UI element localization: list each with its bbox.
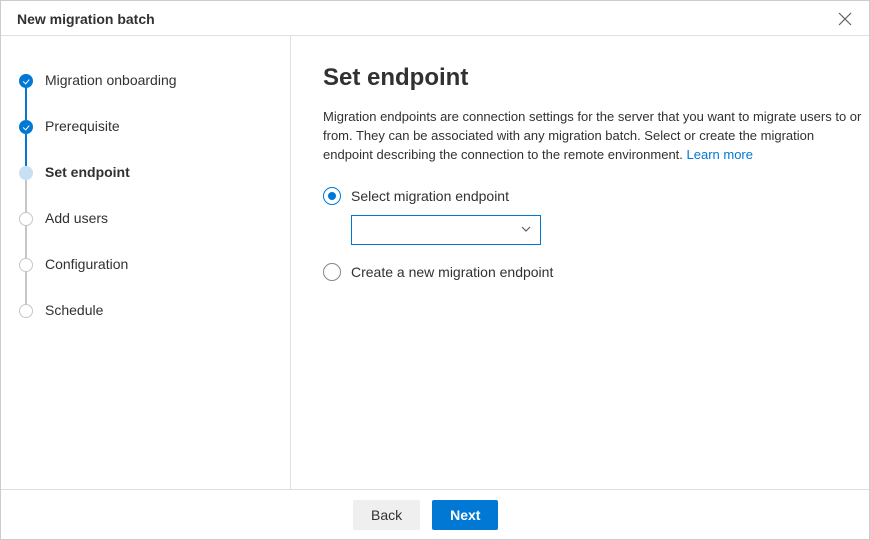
titlebar: New migration batch <box>1 1 869 36</box>
step-upcoming-icon <box>19 304 33 318</box>
description-text: Migration endpoints are connection setti… <box>323 109 861 162</box>
radio-label: Select migration endpoint <box>351 188 509 204</box>
radio-label: Create a new migration endpoint <box>351 264 553 280</box>
page-description: Migration endpoints are connection setti… <box>323 108 863 165</box>
step-configuration[interactable]: Configuration <box>19 256 290 302</box>
radio-checked-icon <box>323 187 341 205</box>
main-panel: Set endpoint Migration endpoints are con… <box>291 36 869 489</box>
radio-create-endpoint[interactable]: Create a new migration endpoint <box>323 263 869 281</box>
steps-sidebar: Migration onboarding Prerequisite Set en… <box>1 36 291 489</box>
step-upcoming-icon <box>19 258 33 272</box>
next-button[interactable]: Next <box>432 500 498 530</box>
step-label: Schedule <box>45 302 103 318</box>
window-title: New migration batch <box>17 11 155 27</box>
close-icon[interactable] <box>837 11 853 27</box>
step-connector <box>25 272 27 304</box>
back-button[interactable]: Back <box>353 500 420 530</box>
migration-wizard-window: New migration batch Migration onboarding… <box>0 0 870 540</box>
step-connector <box>25 226 27 258</box>
wizard-body: Migration onboarding Prerequisite Set en… <box>1 36 869 489</box>
step-label: Configuration <box>45 256 128 272</box>
step-current-icon <box>19 166 33 180</box>
step-schedule[interactable]: Schedule <box>19 302 290 318</box>
radio-unchecked-icon <box>323 263 341 281</box>
step-set-endpoint[interactable]: Set endpoint <box>19 164 290 210</box>
steps-list: Migration onboarding Prerequisite Set en… <box>19 72 290 318</box>
step-connector <box>25 88 27 120</box>
step-connector <box>25 180 27 212</box>
step-label: Set endpoint <box>45 164 130 180</box>
radio-select-endpoint[interactable]: Select migration endpoint <box>323 187 869 205</box>
step-migration-onboarding[interactable]: Migration onboarding <box>19 72 290 118</box>
step-complete-icon <box>19 74 33 88</box>
wizard-footer: Back Next <box>1 489 869 539</box>
step-connector <box>25 134 27 166</box>
endpoint-dropdown[interactable] <box>351 215 541 245</box>
chevron-down-icon <box>520 222 532 238</box>
step-prerequisite[interactable]: Prerequisite <box>19 118 290 164</box>
step-upcoming-icon <box>19 212 33 226</box>
step-add-users[interactable]: Add users <box>19 210 290 256</box>
step-complete-icon <box>19 120 33 134</box>
page-title: Set endpoint <box>323 64 869 92</box>
step-label: Add users <box>45 210 108 226</box>
step-label: Migration onboarding <box>45 72 177 88</box>
step-label: Prerequisite <box>45 118 120 134</box>
learn-more-link[interactable]: Learn more <box>687 147 753 162</box>
